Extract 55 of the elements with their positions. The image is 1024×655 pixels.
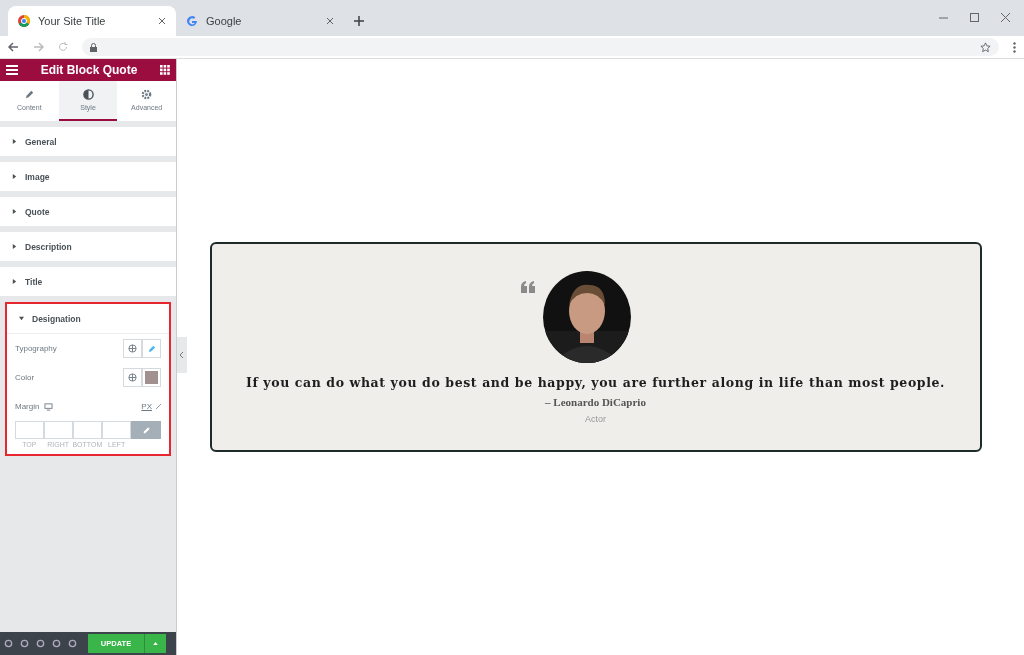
- star-icon[interactable]: [980, 41, 991, 53]
- margin-input[interactable]: [73, 421, 102, 439]
- back-arrow-icon[interactable]: [8, 42, 19, 52]
- desktop-icon: [44, 402, 54, 411]
- browser-logo-icon: [18, 15, 30, 27]
- menu-icon[interactable]: [1013, 41, 1016, 53]
- section-header[interactable]: General: [0, 127, 176, 156]
- browser-tab[interactable]: Google: [176, 6, 344, 36]
- margin-input[interactable]: [102, 421, 131, 439]
- globe-icon: [128, 344, 137, 353]
- google-logo-icon: [186, 15, 198, 27]
- caret-icon: [12, 174, 17, 179]
- unit-label[interactable]: PX: [141, 402, 152, 411]
- margin-input[interactable]: [15, 421, 44, 439]
- section-header[interactable]: Image: [0, 162, 176, 191]
- browser-tab[interactable]: Your Site Title: [8, 6, 176, 36]
- lock-icon: [90, 42, 97, 52]
- caret-icon: [153, 642, 158, 645]
- global-button[interactable]: [123, 368, 142, 387]
- dropdown-button[interactable]: [144, 634, 166, 653]
- contrast-icon: [82, 89, 94, 100]
- designation: Actor: [585, 413, 606, 424]
- quote-text: If you can do what you do best and be happy, you are further along in life than most people.: [245, 374, 946, 390]
- color-label: Color: [15, 373, 35, 382]
- gear-icon: [141, 89, 153, 100]
- panel-title: Edit Block Quote: [40, 63, 138, 77]
- author-name: – Leonardo DiCaprio: [545, 395, 646, 408]
- section-header[interactable]: Title: [0, 267, 176, 296]
- section-header[interactable]: Quote: [0, 197, 176, 226]
- caret-icon: [12, 209, 17, 214]
- tab-title: Your Site Title: [38, 15, 107, 27]
- section-header[interactable]: Designation: [7, 304, 169, 334]
- close-icon[interactable]: [1001, 13, 1010, 22]
- tab-title: Google: [206, 15, 243, 27]
- typography-label: Typography: [15, 344, 57, 353]
- edit-button[interactable]: [142, 339, 161, 358]
- grid-icon[interactable]: [160, 65, 170, 75]
- close-icon[interactable]: [326, 17, 334, 25]
- menu-icon[interactable]: [6, 65, 18, 75]
- quote-mark-icon: [520, 280, 535, 293]
- new-tab-icon[interactable]: [354, 16, 364, 26]
- margin-input[interactable]: [44, 421, 73, 439]
- globe-icon: [128, 373, 137, 382]
- link-button[interactable]: [131, 421, 161, 439]
- caret-icon: [12, 279, 17, 284]
- global-button[interactable]: [123, 339, 142, 358]
- margin-label: Margin: [15, 402, 40, 411]
- caret-icon: [19, 316, 24, 321]
- collapse-handle[interactable]: [177, 337, 187, 373]
- caret-icon: [12, 244, 17, 249]
- caret-icon: [12, 139, 17, 144]
- close-icon[interactable]: [158, 17, 166, 25]
- chevron-icon: [180, 352, 184, 358]
- maximize-icon[interactable]: [970, 13, 979, 22]
- section-header[interactable]: Description: [0, 232, 176, 261]
